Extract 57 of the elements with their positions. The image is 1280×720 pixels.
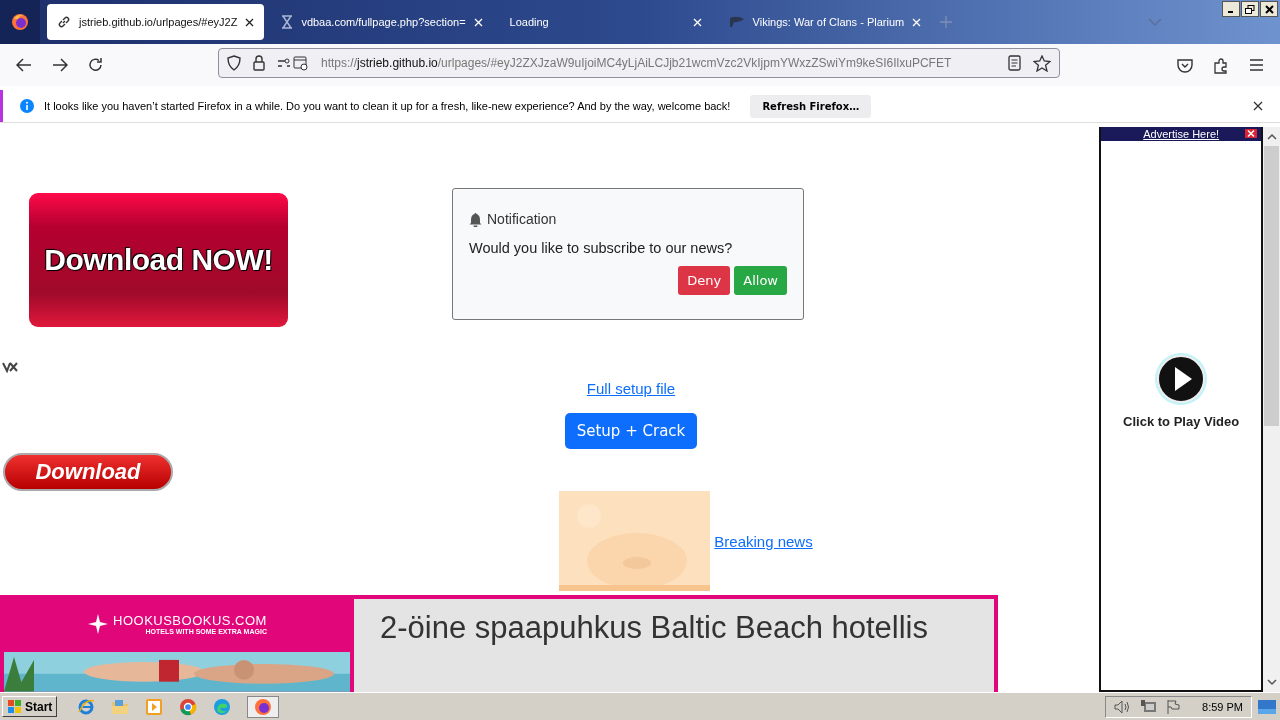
pocket-icon[interactable]: [1177, 57, 1193, 73]
refresh-button[interactable]: Refresh Firefox…: [750, 94, 872, 118]
url-text[interactable]: https://jstrieb.github.io/urlpages/#eyJ2ZXJzaW9uIjoiMC4yLjAiLCJjb21wcmVzc2VkIjpmYWxzZSwiYm9keSI6IlxuPCFET: [321, 56, 996, 70]
windows-logo-icon: [7, 699, 23, 714]
back-icon[interactable]: [16, 58, 32, 72]
network-icon[interactable]: [1140, 698, 1159, 715]
flag-icon[interactable]: [1166, 698, 1183, 715]
reader-view-icon[interactable]: [1008, 55, 1021, 71]
setup-file-link[interactable]: Full setup file: [586, 380, 676, 397]
close-icon[interactable]: [1245, 129, 1258, 138]
link-icon: [57, 15, 71, 29]
reload-icon[interactable]: [88, 57, 104, 73]
shield-icon[interactable]: [227, 55, 241, 71]
flag-icon: [728, 16, 745, 28]
menu-icon[interactable]: [1249, 59, 1264, 71]
browser-tab[interactable]: Loading: [499, 4, 712, 40]
play-icon[interactable]: [1154, 352, 1209, 406]
download-banner[interactable]: Download: [3, 453, 173, 491]
puzzle-icon[interactable]: [1213, 56, 1229, 74]
permissions-icon[interactable]: [277, 55, 309, 71]
info-message: It looks like you haven’t started Firefox in a while. Do you want to clean it up for a fresh, like-new experience? And by the way, welcome back!: [44, 100, 731, 112]
browser-logo-icon[interactable]: [11, 13, 29, 31]
forward-icon[interactable]: [52, 58, 68, 72]
browser-tab[interactable]: Vikings: War of Clans - Plarium: [718, 4, 932, 40]
scroll-down-icon[interactable]: [1266, 679, 1277, 686]
browser-tab[interactable]: vdbaa.com/fullpage.php?section=: [271, 4, 493, 40]
minimize-icon[interactable]: [1222, 1, 1240, 17]
setup-button[interactable]: Setup + Crack: [564, 413, 698, 449]
address-bar[interactable]: https://jstrieb.github.io/urlpages/#eyJ2ZXJzaW9uIjoiMC4yLjAiLCJjb21wcmVzc2VkIjpmYWxzZSwiYm9keSI6IlxuPCFET: [218, 48, 1060, 78]
restore-icon[interactable]: [1241, 1, 1259, 17]
firefox-taskbar-button[interactable]: [247, 695, 280, 718]
browser-logo-icon: [254, 697, 273, 716]
scrollbar[interactable]: [1263, 127, 1280, 692]
close-icon[interactable]: [245, 17, 255, 27]
bookmark-star-icon[interactable]: [1033, 54, 1051, 72]
browser-tab[interactable]: jstrieb.github.io/urlpages/#eyJ2Z: [47, 4, 265, 40]
hourglass-icon: [281, 15, 294, 29]
brand-name: HOOKUSBOOKUS.COM: [113, 612, 267, 628]
lock-icon[interactable]: [253, 55, 265, 71]
broken-image-icon: [2, 361, 18, 373]
show-desktop-icon[interactable]: [1258, 699, 1276, 714]
video-caption: Click to Play Video: [1123, 414, 1240, 429]
scroll-up-icon[interactable]: [1266, 133, 1277, 140]
close-icon[interactable]: [1260, 1, 1278, 17]
close-icon[interactable]: [1253, 101, 1263, 111]
notification-message: Would you like to subscribe to our news?: [469, 240, 734, 256]
clock: 8:59 PM: [1202, 700, 1243, 713]
start-button[interactable]: Start: [2, 696, 58, 717]
ad-headline: 2-öine spaapuhkus Baltic Beach hotellis: [380, 609, 929, 647]
ie-icon[interactable]: [77, 697, 96, 716]
bell-icon: [469, 211, 482, 227]
chrome-icon[interactable]: [179, 697, 198, 716]
deny-button[interactable]: Deny: [678, 266, 731, 295]
news-link[interactable]: Breaking news: [714, 532, 813, 550]
notification-title: Notification: [469, 211, 787, 227]
info-icon: [20, 99, 34, 113]
download-now-banner[interactable]: Download NOW!: [29, 193, 288, 327]
